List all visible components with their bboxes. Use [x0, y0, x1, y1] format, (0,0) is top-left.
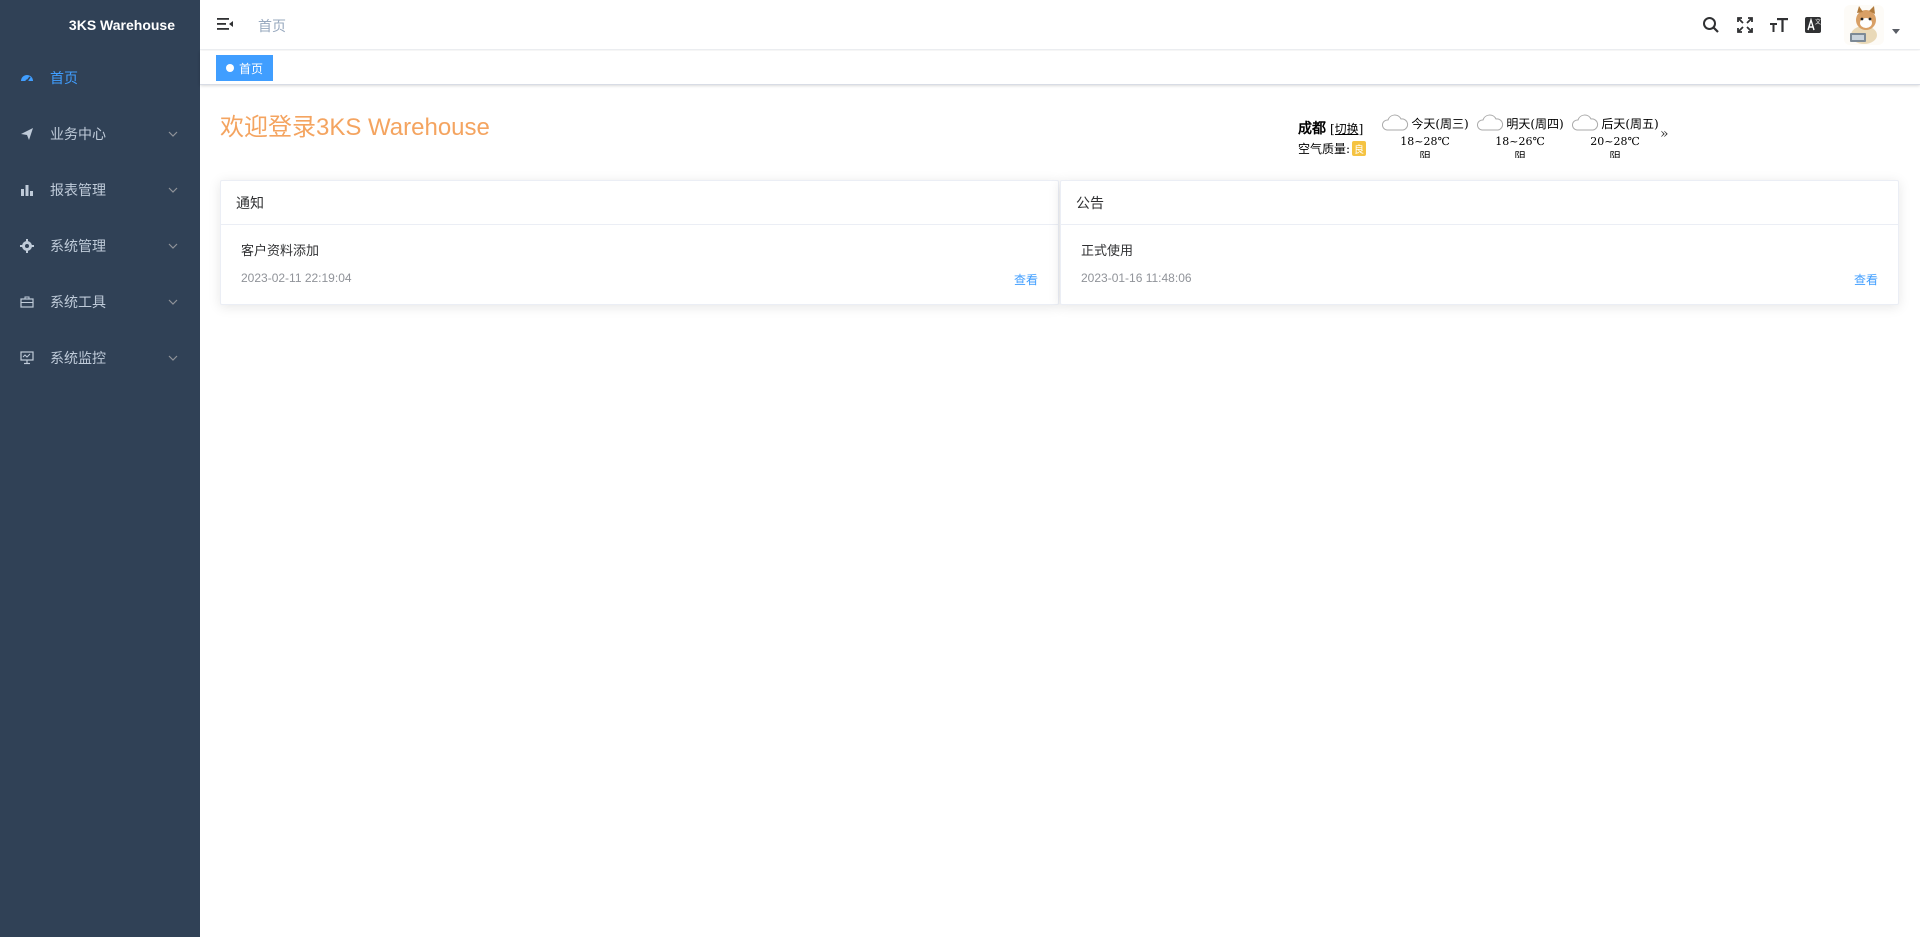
cloud-icon	[1477, 114, 1504, 131]
weather-day-temp: 18~26℃	[1495, 135, 1545, 148]
bar-chart-icon	[20, 183, 34, 197]
app-logo-title[interactable]: 3KS Warehouse	[0, 0, 200, 50]
send-icon	[20, 127, 34, 141]
cloud-icon	[1382, 114, 1409, 131]
chevron-down-icon	[168, 131, 178, 137]
weather-city: 成都 [切换]	[1298, 118, 1363, 138]
sidebar-item-label: 系统监控	[50, 351, 106, 367]
sidebar-item-label: 系统管理	[50, 239, 106, 255]
tag-label: 首页	[239, 61, 264, 76]
weather-day-cond: 阴	[1609, 150, 1621, 158]
weather-day-temp: 18~28℃	[1400, 135, 1450, 148]
notice-card-header: 通知	[221, 181, 1058, 225]
font-size-icon[interactable]	[1768, 14, 1790, 36]
weather-day-tomorrow: 明天(周四) 18~26℃ 阴	[1475, 114, 1565, 158]
sidebar: 3KS Warehouse 首页 业务中心 报表管理 系统管理 系统工具 系统监…	[0, 0, 200, 937]
sidebar-item-home[interactable]: 首页	[0, 50, 200, 106]
weather-day-name: 明天(周四)	[1506, 116, 1564, 131]
weather-switch-link[interactable]: [切换]	[1330, 122, 1363, 136]
weather-city-name: 成都	[1298, 121, 1326, 137]
fullscreen-icon[interactable]	[1734, 14, 1756, 36]
tag-home[interactable]: 首页	[216, 55, 274, 81]
weather-day-cond: 阴	[1419, 150, 1431, 158]
dashboard-icon	[20, 71, 34, 85]
air-quality-badge: 良	[1352, 141, 1367, 156]
notice-item-title: 客户资料添加	[241, 244, 320, 259]
search-icon[interactable]	[1700, 14, 1722, 36]
user-menu[interactable]	[1844, 5, 1900, 45]
weather-day-name: 后天(周五)	[1601, 116, 1659, 131]
weather-day-temp: 20~28℃	[1590, 135, 1640, 148]
avatar[interactable]	[1844, 5, 1884, 45]
welcome-title: 欢迎登录3KS Warehouse	[220, 114, 490, 141]
hamburger-icon[interactable]	[216, 15, 234, 33]
translate-icon[interactable]: 文	[1802, 14, 1824, 36]
chevron-down-icon	[168, 243, 178, 249]
notice-item-date: 2023-02-11 22:19:04	[241, 271, 352, 285]
weather-day-cond: 阴	[1514, 150, 1526, 158]
tag-dot-icon	[226, 64, 234, 72]
sidebar-item-label: 业务中心	[50, 127, 106, 143]
svg-text:文: 文	[1815, 18, 1821, 26]
monitor-icon	[20, 351, 34, 365]
sidebar-item-label: 系统工具	[50, 295, 106, 311]
top-navbar: 首页 文	[200, 0, 1920, 50]
chevron-down-icon	[168, 355, 178, 361]
announcement-item-title: 正式使用	[1081, 244, 1134, 259]
notice-card: 通知 客户资料添加 2023-02-11 22:19:04 查看	[220, 180, 1059, 305]
weather-more-icon[interactable]: »	[1660, 126, 1669, 142]
announcement-card-header: 公告	[1061, 181, 1898, 225]
weather-day-today: 今天(周三) 18~28℃ 阴	[1380, 114, 1470, 158]
breadcrumb: 首页	[258, 19, 286, 35]
sidebar-item-monitor[interactable]: 系统监控	[0, 330, 200, 386]
cloud-icon	[1572, 114, 1599, 131]
caret-down-icon	[1892, 28, 1900, 34]
toolbox-icon	[20, 295, 34, 309]
main-content: 欢迎登录3KS Warehouse 成都 [切换] 空气质量: 良 今天(周三) 1…	[200, 86, 1920, 937]
announcement-item-date: 2023-01-16 11:48:06	[1081, 271, 1192, 285]
sidebar-item-tools[interactable]: 系统工具	[0, 274, 200, 330]
tags-view: 首页	[200, 51, 1920, 85]
weather-day-after: 后天(周五) 20~28℃ 阴	[1570, 114, 1660, 158]
announcement-view-link[interactable]: 查看	[1854, 271, 1878, 288]
air-quality-label: 空气质量:	[1298, 142, 1351, 156]
sidebar-item-label: 首页	[50, 71, 78, 87]
weather-day-name: 今天(周三)	[1411, 116, 1469, 131]
sidebar-item-label: 报表管理	[50, 183, 106, 199]
chevron-down-icon	[168, 299, 178, 305]
weather-air-quality: 空气质量: 良	[1298, 140, 1367, 157]
announcement-card: 公告 正式使用 2023-01-16 11:48:06 查看	[1060, 180, 1899, 305]
chevron-down-icon	[168, 187, 178, 193]
sidebar-item-reports[interactable]: 报表管理	[0, 162, 200, 218]
sidebar-item-business[interactable]: 业务中心	[0, 106, 200, 162]
sidebar-item-system[interactable]: 系统管理	[0, 218, 200, 274]
notice-view-link[interactable]: 查看	[1014, 271, 1038, 288]
gear-icon	[20, 239, 34, 253]
